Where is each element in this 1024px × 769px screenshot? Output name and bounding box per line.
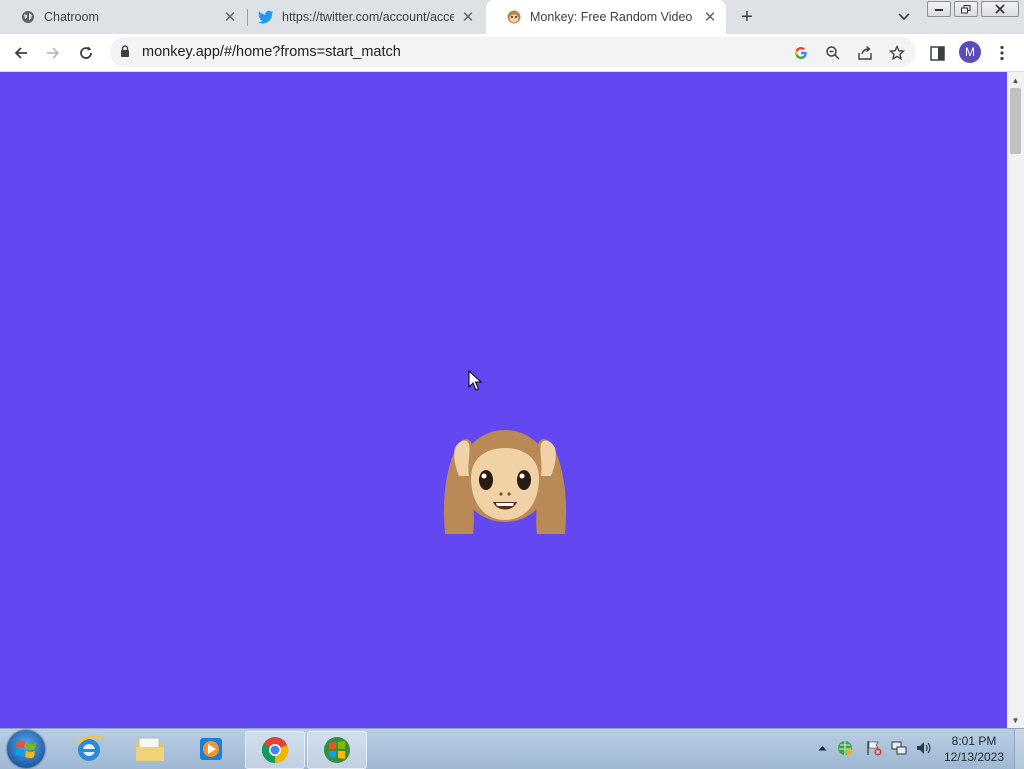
forward-button[interactable]: [42, 42, 64, 64]
hear-no-evil-monkey-icon: [441, 418, 569, 538]
scrollbar-thumb[interactable]: [1010, 88, 1021, 154]
address-bar[interactable]: monkey.app/#/home?froms=start_match: [110, 37, 916, 67]
windows-app-icon[interactable]: [307, 731, 367, 769]
close-icon[interactable]: ✕: [702, 9, 718, 26]
tab-chatroom[interactable]: Chatroom ✕: [0, 0, 246, 34]
scroll-down-arrow-icon[interactable]: ▼: [1007, 712, 1024, 728]
page-viewport: [0, 72, 1007, 728]
scroll-up-arrow-icon[interactable]: ▲: [1007, 72, 1024, 88]
lock-icon[interactable]: [120, 45, 130, 63]
file-explorer-icon[interactable]: [121, 731, 179, 767]
globe-icon: [20, 9, 36, 25]
internet-explorer-icon[interactable]: [60, 731, 118, 767]
show-hidden-icons-arrow-icon[interactable]: [813, 739, 831, 757]
media-player-icon[interactable]: [182, 731, 240, 767]
menu-kebab-icon[interactable]: [992, 43, 1012, 63]
profile-avatar[interactable]: M: [959, 41, 981, 63]
new-tab-button[interactable]: +: [737, 6, 757, 28]
chrome-icon[interactable]: [245, 731, 305, 769]
back-button[interactable]: [10, 42, 32, 64]
clock-time: 8:01 PM: [951, 734, 997, 748]
close-icon[interactable]: ✕: [460, 9, 476, 26]
twitter-bird-icon: [258, 9, 274, 25]
page-scrollbar[interactable]: ▲ ▼: [1007, 72, 1024, 728]
share-icon[interactable]: [856, 44, 874, 62]
start-button[interactable]: [7, 730, 45, 768]
zoom-out-icon[interactable]: [824, 44, 842, 62]
browser-toolbar: monkey.app/#/home?froms=start_match M: [0, 34, 1024, 72]
show-desktop-button[interactable]: [1014, 729, 1024, 769]
minimize-button[interactable]: [927, 1, 951, 17]
action-center-flag-icon[interactable]: [865, 739, 883, 757]
volume-speaker-icon[interactable]: [914, 739, 932, 757]
tab-search-chevron-icon[interactable]: [895, 8, 913, 26]
network-globe-icon[interactable]: [836, 739, 854, 757]
close-window-button[interactable]: [981, 1, 1019, 17]
tab-monkey[interactable]: Monkey: Free Random Video Cha ✕: [486, 0, 726, 34]
tab-title: https://twitter.com/account/acce: [282, 10, 454, 24]
tab-twitter[interactable]: https://twitter.com/account/acce ✕: [238, 0, 484, 34]
google-icon[interactable]: [792, 44, 810, 62]
system-clock[interactable]: 8:01 PM 12/13/2023: [938, 733, 1010, 765]
url-text: monkey.app/#/home?froms=start_match: [142, 44, 401, 60]
clock-date: 12/13/2023: [943, 750, 1005, 764]
tab-strip: Chatroom ✕ https://twitter.com/account/a…: [0, 0, 1024, 34]
tab-title: Monkey: Free Random Video Cha: [530, 10, 696, 24]
monkey-icon: [506, 9, 522, 25]
reload-button[interactable]: [75, 42, 97, 64]
network-monitor-icon[interactable]: [890, 739, 908, 757]
tab-title: Chatroom: [44, 10, 99, 24]
close-icon[interactable]: ✕: [222, 9, 238, 26]
mouse-cursor-icon: [468, 369, 483, 397]
window-controls: [927, 1, 1022, 17]
restore-button[interactable]: [954, 1, 978, 17]
side-panel-icon[interactable]: [927, 43, 947, 63]
windows-taskbar: 8:01 PM 12/13/2023: [0, 728, 1024, 769]
bookmark-star-icon[interactable]: [888, 44, 906, 62]
